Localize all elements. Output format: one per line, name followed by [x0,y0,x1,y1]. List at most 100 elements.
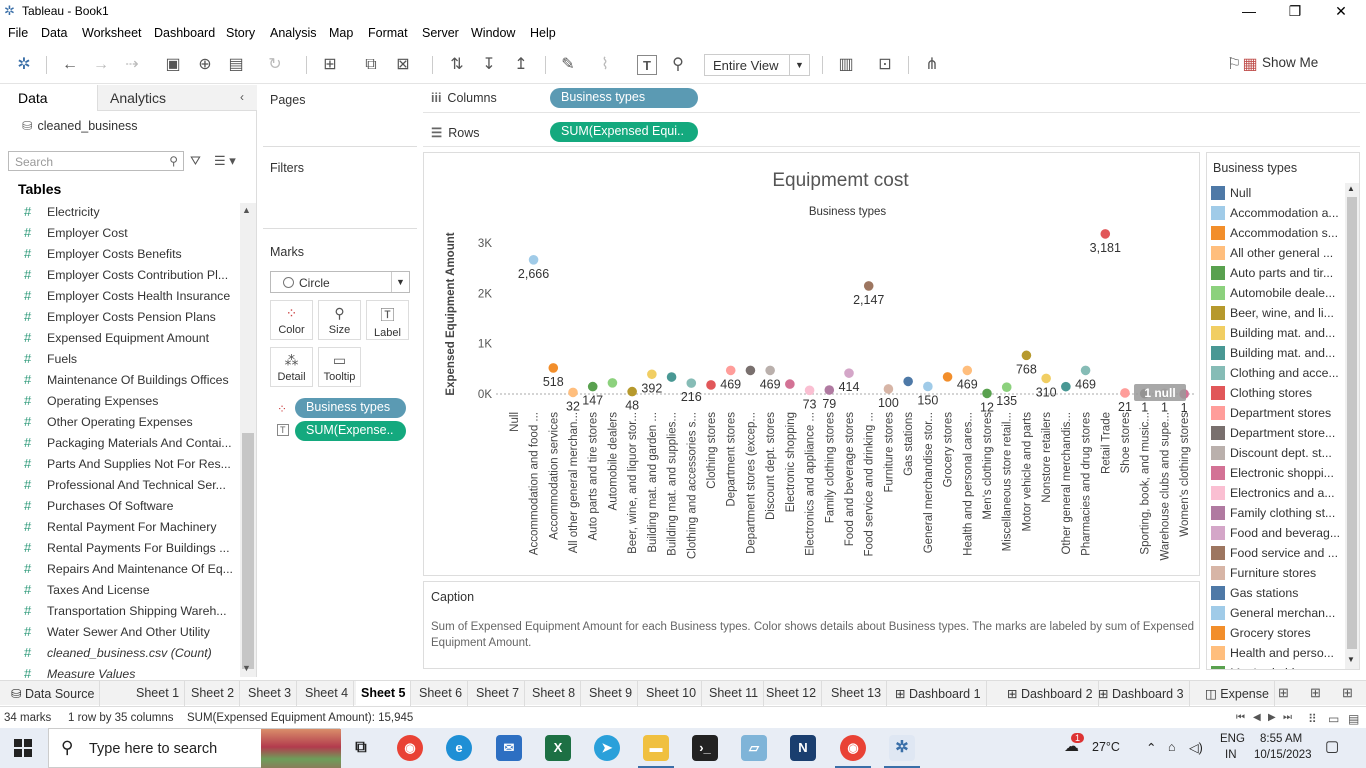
tab-data[interactable]: Data [0,85,97,111]
show-me-icon[interactable]: ▦ [1240,55,1260,75]
sheet-tab[interactable]: Sheet 7 [471,681,526,706]
sheet-tab[interactable]: Sheet 5 [356,681,412,706]
first-sheet-icon[interactable]: ⏮ [1236,712,1245,723]
next-sheet-icon[interactable]: ▶ [1268,712,1276,723]
sheet-tab[interactable]: Sheet 8 [527,681,582,706]
mark-type-dropdown[interactable]: Circle ▼ [270,271,410,293]
new-worksheet-icon[interactable]: ⊞ [320,55,340,75]
new-datasource-icon[interactable]: ⊕ [195,55,215,75]
scroll-up-icon[interactable]: ▲ [1347,184,1355,193]
refresh-icon[interactable]: ↻ [265,55,285,75]
field-item[interactable]: # Professional And Technical Ser... [0,474,240,495]
menu-data[interactable]: Data [41,26,67,40]
duplicate-sheet-icon[interactable]: ⧉ [361,55,381,75]
excel-icon[interactable]: X [545,735,571,761]
field-item[interactable]: # Packaging Materials And Contai... [0,432,240,453]
scrollbar-thumb[interactable] [242,433,254,669]
telegram-icon[interactable]: ➤ [594,735,620,761]
field-item[interactable]: # Purchases Of Software [0,495,240,516]
notifications-icon[interactable]: ▢ [1325,737,1339,755]
app-n-icon[interactable]: N [790,735,816,761]
undo-icon[interactable]: ← [60,55,80,75]
tooltip-button[interactable]: ▭ Tooltip [318,347,361,387]
list-view-icon[interactable]: ☰ ▾ [214,153,236,169]
scroll-down-icon[interactable]: ▼ [1347,655,1355,664]
field-list-scrollbar[interactable]: ▲ ▼ [240,203,256,677]
legend-item[interactable]: Electronics and a... [1207,483,1343,503]
filters-card[interactable]: Filters [263,153,417,229]
menu-format[interactable]: Format [368,26,408,40]
field-item[interactable]: # Water Sewer And Other Utility [0,621,240,642]
clock-date[interactable]: 10/15/2023 [1254,749,1312,761]
new-sheet-icon[interactable]: ⊞ [1278,685,1289,701]
volume-icon[interactable]: ◁) [1189,740,1203,755]
legend-item[interactable]: Building mat. and... [1207,343,1343,363]
sheet-tab[interactable]: Sheet 3 [243,681,298,706]
sheet-tab[interactable]: ⊞ Dashboard 3 [1093,681,1190,706]
sheet-tab[interactable]: Sheet 13 [826,681,888,706]
legend-item[interactable]: Food and beverag... [1207,523,1343,543]
color-button[interactable]: ⁘ Color [270,300,313,340]
legend-item[interactable]: Department stores [1207,403,1343,423]
columns-pill-business-types[interactable]: Business types [550,88,698,108]
marks-pill-sum-expensed[interactable]: SUM(Expense.. [295,421,406,441]
language-indicator[interactable]: ENG [1220,733,1245,745]
sort-descending-icon[interactable]: ↥ [511,55,531,75]
menu-story[interactable]: Story [226,26,255,40]
sheet-tab[interactable]: Sheet 10 [641,681,703,706]
field-item[interactable]: # Transportation Shipping Wareh... [0,600,240,621]
share-icon[interactable]: ⋔ [922,55,942,75]
field-item[interactable]: # Fuels [0,348,240,369]
sheet-tab[interactable]: Sheet 11 [704,681,765,706]
legend-item[interactable]: Accommodation s... [1207,223,1343,243]
replay-icon[interactable]: ⇢ [122,55,142,75]
field-item[interactable]: # Employer Costs Contribution Pl... [0,264,240,285]
pause-updates-icon[interactable]: ▤ [226,55,246,75]
task-view-icon[interactable]: ⧉ [348,735,374,761]
legend-item[interactable]: Family clothing st... [1207,503,1343,523]
scroll-up-icon[interactable]: ▲ [242,205,251,215]
sheet-tab[interactable]: ⊞ Dashboard 1 [890,681,987,706]
field-search-input[interactable]: Search ⚲ [8,151,184,171]
field-item[interactable]: # Parts And Supplies Not For Res... [0,453,240,474]
sheet-tab[interactable]: Sheet 1 [131,681,186,706]
menu-map[interactable]: Map [329,26,353,40]
legend-item[interactable]: Null [1207,183,1343,203]
field-item[interactable]: # Operating Expenses [0,390,240,411]
menu-help[interactable]: Help [530,26,556,40]
mail-icon[interactable]: ✉ [496,735,522,761]
scrollbar-thumb[interactable] [1347,197,1357,649]
field-item[interactable]: # Employer Costs Health Insurance [0,285,240,306]
label-button[interactable]: 🅃 Label [366,300,409,340]
maximize-button[interactable]: ❐ [1272,1,1318,21]
field-item[interactable]: # Other Operating Expenses [0,411,240,432]
sheet-tab[interactable]: Sheet 9 [584,681,639,706]
field-item[interactable]: # Repairs And Maintenance Of Eq... [0,558,240,579]
datasource-item[interactable]: ⛁ cleaned_business [22,118,138,133]
show-mark-labels-icon[interactable]: T [637,55,657,75]
legend-scrollbar[interactable]: ▲ ▼ [1345,183,1359,669]
field-item[interactable]: # cleaned_business.csv (Count) [0,642,240,663]
filmstrip-icon[interactable]: ▭ [1328,712,1339,726]
grid-view-icon[interactable]: ⠿ [1308,712,1317,726]
legend-item[interactable]: Gas stations [1207,583,1343,603]
field-item[interactable]: # Rental Payment For Machinery [0,516,240,537]
pages-card[interactable]: Pages [263,85,417,147]
menu-file[interactable]: File [8,26,28,40]
legend-item[interactable]: Clothing and acce... [1207,363,1343,383]
last-sheet-icon[interactable]: ⏭ [1283,712,1292,723]
tabs-view-icon[interactable]: ▤ [1348,712,1359,726]
legend-item[interactable]: General merchan... [1207,603,1343,623]
windows-start-icon[interactable] [14,739,32,757]
field-item[interactable]: # Employer Costs Pension Plans [0,306,240,327]
tableau-taskbar-icon[interactable]: ✲ [889,735,915,761]
legend-item[interactable]: Grocery stores [1207,623,1343,643]
notepad-icon[interactable]: ▱ [741,735,767,761]
filter-icon[interactable]: ⛛ [190,153,201,169]
field-item[interactable]: # Employer Costs Benefits [0,243,240,264]
new-dashboard-icon[interactable]: ⊞ [1310,685,1321,701]
field-item[interactable]: # Rental Payments For Buildings ... [0,537,240,558]
sheet-tab[interactable]: Sheet 6 [414,681,469,706]
legend-item[interactable]: Health and perso... [1207,643,1343,663]
legend-item[interactable]: Furniture stores [1207,563,1343,583]
